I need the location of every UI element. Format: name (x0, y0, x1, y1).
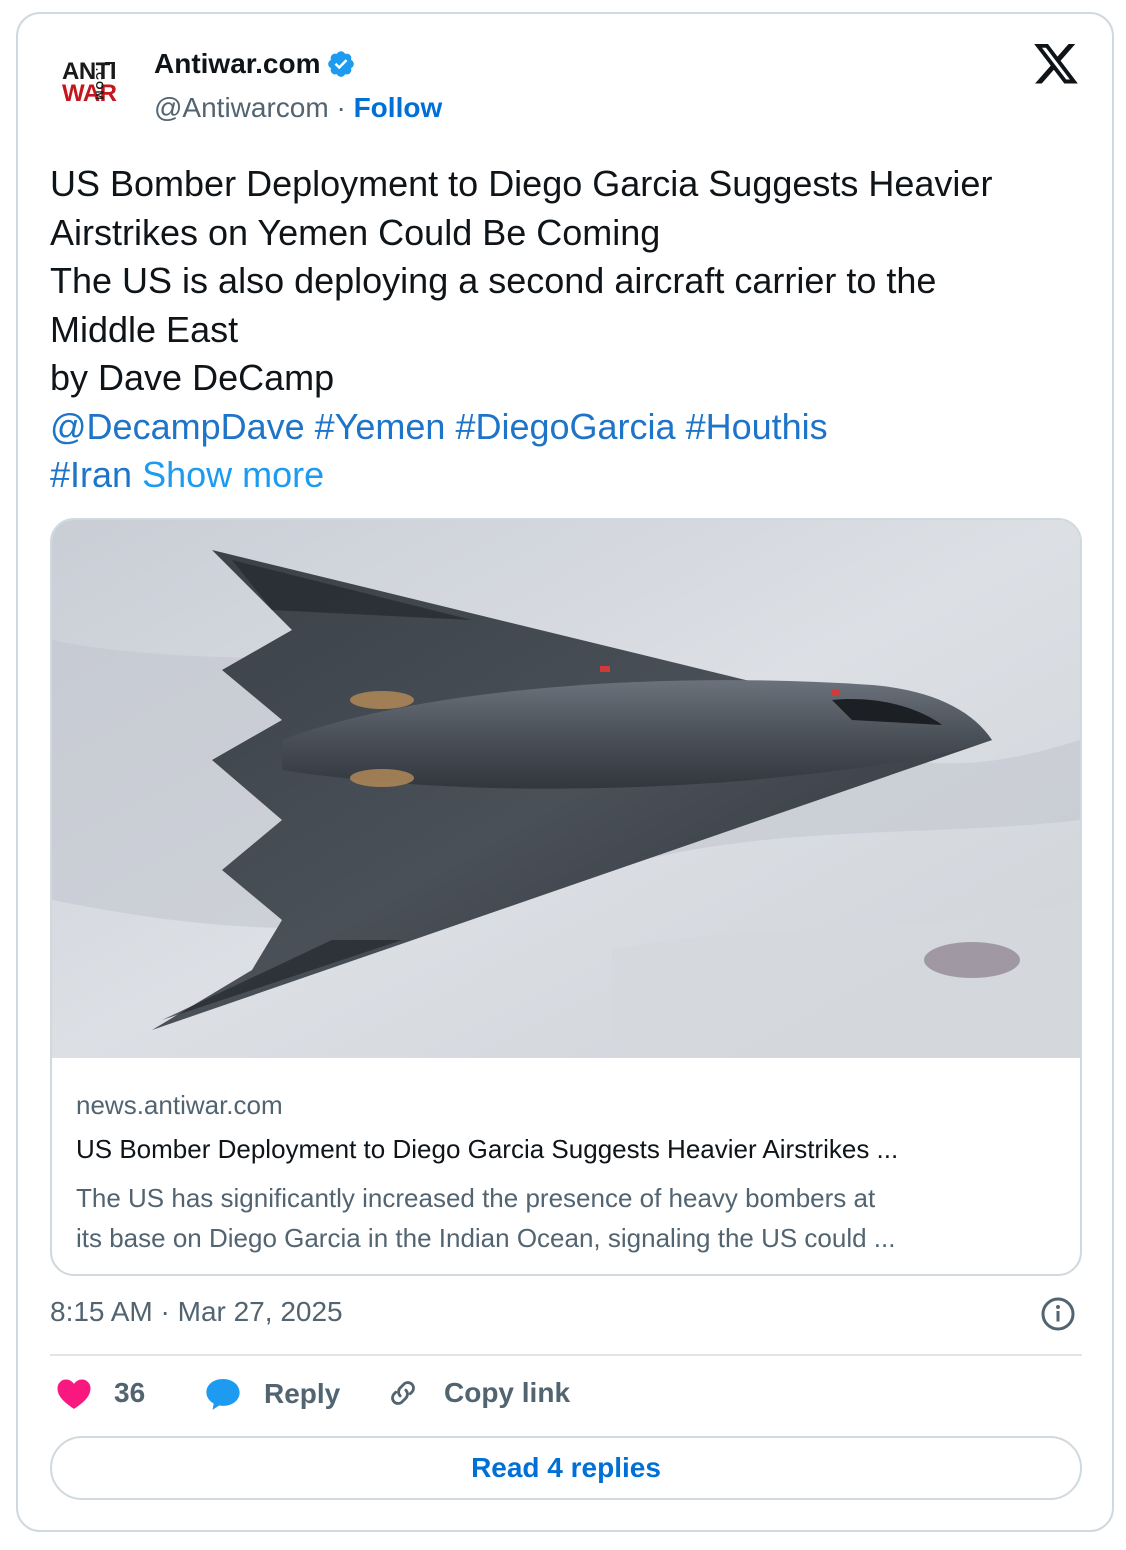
like-button[interactable]: 36 (56, 1376, 145, 1410)
avatar-text-war: WAR (62, 80, 117, 107)
link-preview-card[interactable]: news.antiwar.com US Bomber Deployment to… (50, 518, 1082, 1276)
hashtag-link[interactable]: #Houthis (686, 406, 828, 447)
link-title: US Bomber Deployment to Diego Garcia Sug… (76, 1134, 899, 1164)
hashtag-link[interactable]: #Yemen (315, 406, 446, 447)
timestamp[interactable]: 8:15 AM · Mar 27, 2025 (50, 1296, 343, 1328)
show-more-link[interactable]: Show more (142, 454, 324, 495)
reply-bubble-icon (206, 1378, 240, 1410)
link-description: The US has significantly increased the p… (76, 1178, 1056, 1258)
hashtag-link[interactable]: #Iran (50, 454, 132, 495)
read-replies-button[interactable]: Read 4 replies (50, 1436, 1082, 1500)
link-icon (391, 1381, 415, 1405)
hashtag-link[interactable]: #DiegoGarcia (455, 406, 675, 447)
x-logo-icon[interactable] (1033, 44, 1079, 84)
follow-button[interactable]: Follow (354, 92, 443, 123)
avatar[interactable]: ANTI WAR .COM (44, 46, 140, 136)
reply-label: Reply (264, 1378, 341, 1409)
link-description-line: its base on Diego Garcia in the Indian O… (76, 1223, 896, 1253)
account-handle[interactable]: @Antiwarcom (154, 92, 329, 123)
tweet-line: by Dave DeCamp (50, 357, 335, 398)
tweet-line: Middle East (50, 308, 239, 350)
tags-line: #Iran Show more (50, 451, 1090, 500)
account-handle-row: @Antiwarcom · Follow (154, 92, 442, 124)
copy-link-label: Copy link (444, 1377, 571, 1408)
tweet-text: US Bomber Deployment to Diego Garcia Sug… (50, 160, 1090, 500)
link-description-line: The US has significantly increased the p… (76, 1183, 876, 1213)
mention-link[interactable]: @DecampDave (50, 406, 305, 447)
tweet-line: The US is also deploying a second aircra… (50, 260, 937, 301)
heart-icon (57, 1379, 91, 1409)
tweet-line: US Bomber Deployment to Diego Garcia Sug… (50, 163, 993, 204)
bomber-photo (52, 520, 1080, 1058)
tweet-line: Airstrikes on Yemen Could Be Coming (50, 211, 661, 253)
tags-line: @DecampDave #Yemen #DiegoGarcia #Houthis (50, 403, 1090, 452)
account-name-row: Antiwar.com (154, 48, 356, 80)
reply-button[interactable]: Reply (204, 1376, 340, 1412)
separator-dot: · (336, 92, 346, 123)
divider (50, 1354, 1082, 1356)
avatar-text-com: .COM (93, 68, 105, 101)
like-count: 36 (114, 1377, 146, 1408)
verified-badge-icon (328, 51, 355, 77)
copy-link-button[interactable]: Copy link (386, 1376, 570, 1410)
account-name[interactable]: Antiwar.com (154, 48, 320, 80)
info-icon[interactable] (1040, 1296, 1076, 1332)
link-domain: news.antiwar.com (76, 1090, 283, 1120)
avatar-bar (105, 62, 115, 64)
